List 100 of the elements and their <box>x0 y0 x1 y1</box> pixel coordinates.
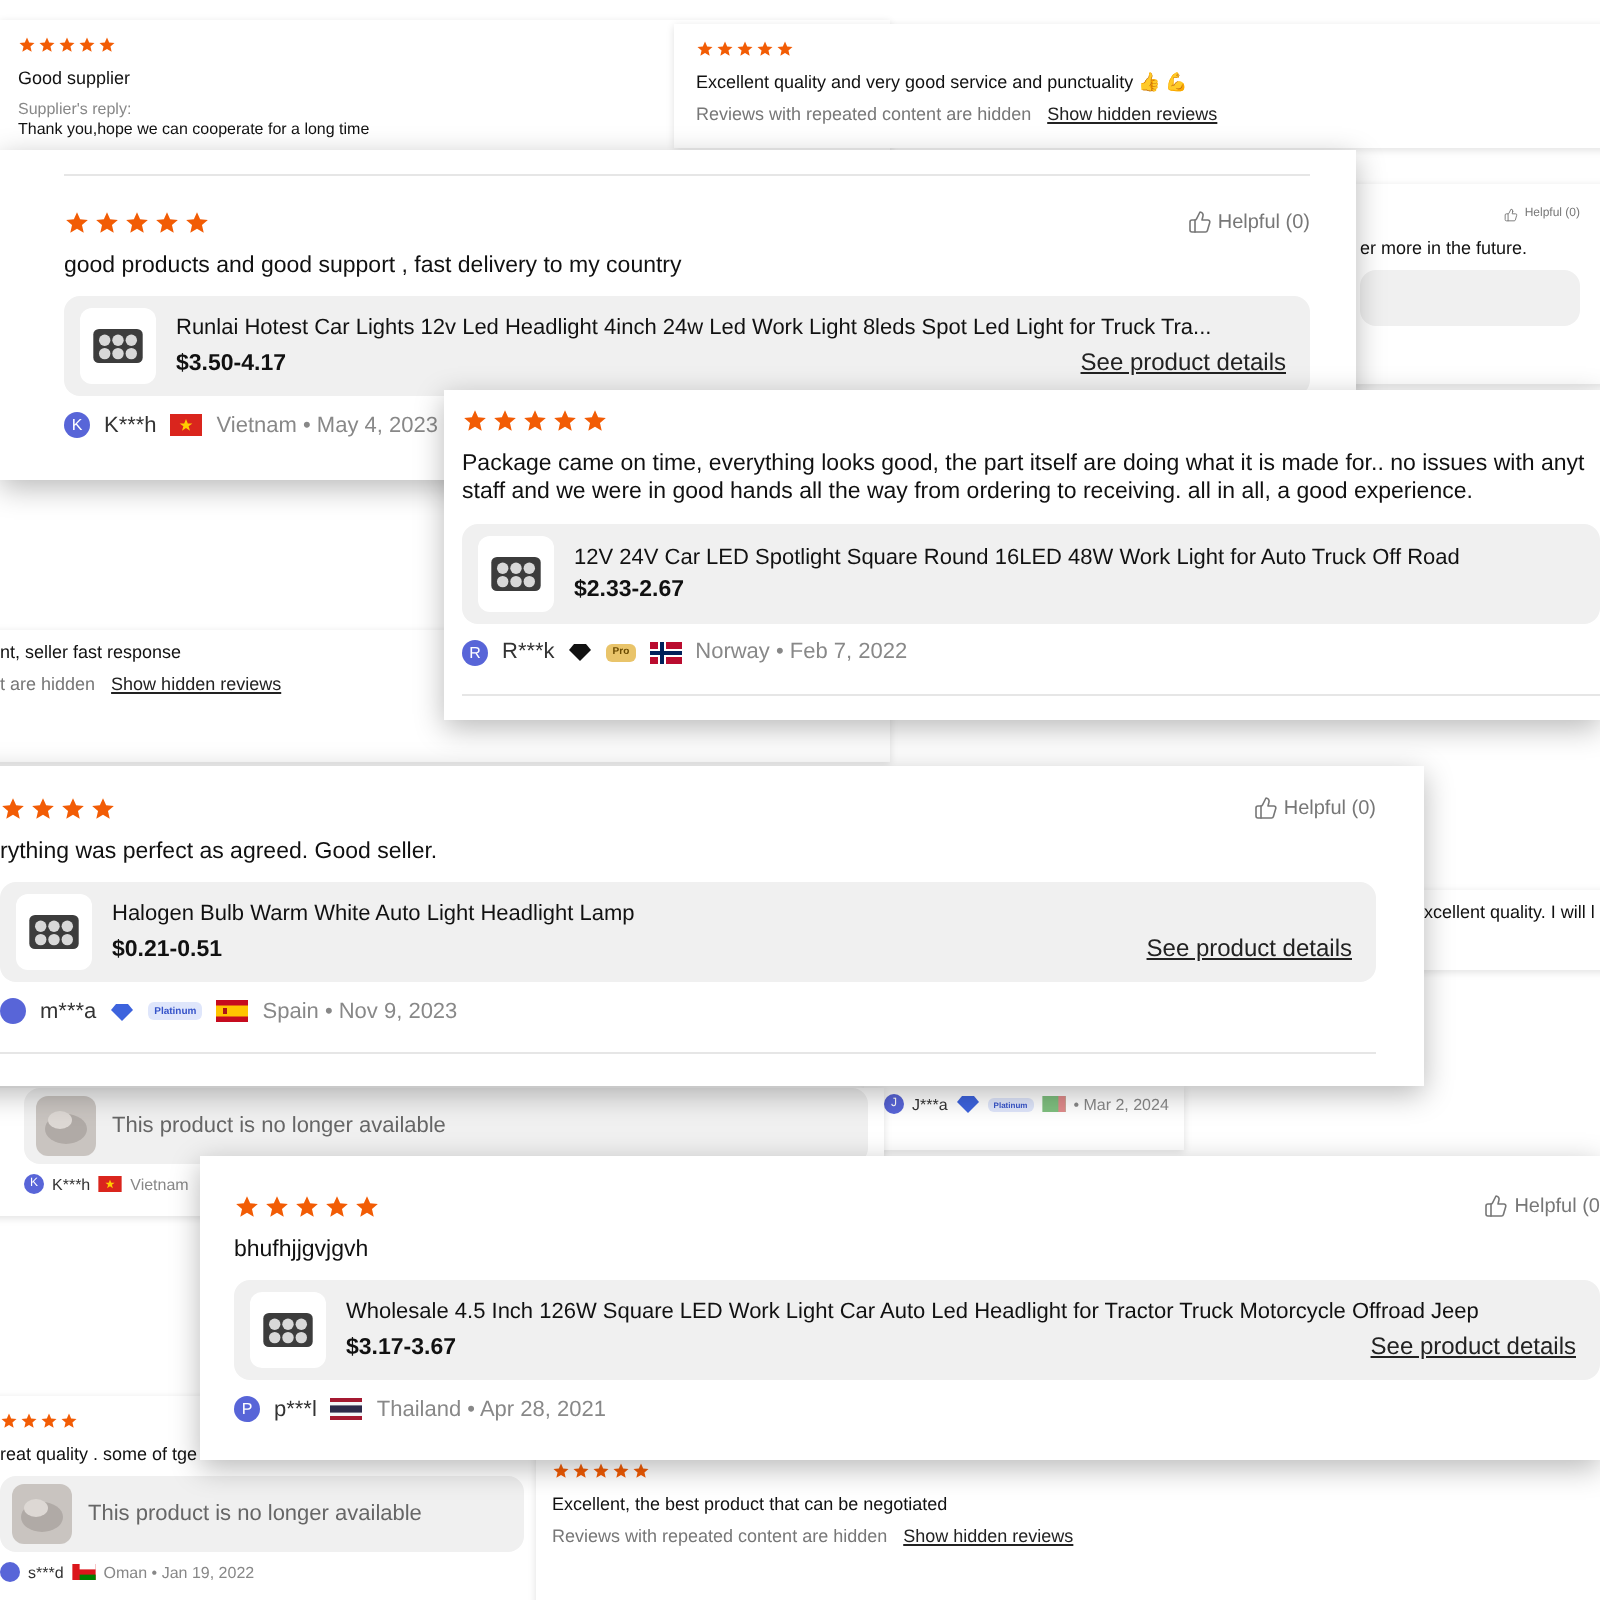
star-icon <box>582 407 608 433</box>
reviewer-name: p***l <box>274 1397 317 1422</box>
avatar: K <box>64 412 90 439</box>
helpful-button[interactable]: Helpful (0) <box>1187 210 1310 234</box>
avatar <box>0 998 26 1025</box>
star-icon <box>154 209 180 235</box>
thumbs-up-icon <box>1484 1194 1509 1218</box>
review-text: nt, seller fast response <box>0 642 182 665</box>
thumbs-up-icon <box>1187 210 1212 234</box>
star-icon <box>632 1461 650 1479</box>
star-icon <box>294 1193 320 1219</box>
helpful-button[interactable]: Helpful (0) <box>1253 796 1376 820</box>
flag-icon <box>170 414 203 437</box>
flag-icon <box>98 1176 123 1192</box>
diamond-icon <box>568 642 593 663</box>
review-text: xcellent quality. I will l <box>1424 902 1595 925</box>
flag-icon <box>71 1564 96 1581</box>
star-icon <box>552 1461 570 1479</box>
product-details-link[interactable]: See product details <box>1146 934 1352 963</box>
star-icon <box>324 1193 350 1219</box>
review-location-date: • Mar 2, 2024 <box>1073 1095 1169 1113</box>
show-hidden-link[interactable]: Show hidden reviews <box>1047 104 1218 125</box>
star-icon <box>696 39 714 57</box>
product-box[interactable] <box>1360 270 1580 327</box>
review-text: bhufhjjgvjgvh <box>234 1236 369 1265</box>
reviewer-name: s***d <box>28 1563 64 1582</box>
reviewer-name: R***k <box>502 640 555 665</box>
star-icon <box>522 407 548 433</box>
avatar <box>0 1562 20 1583</box>
reviewer-name: J***a <box>912 1095 948 1113</box>
star-icon <box>184 209 210 235</box>
product-box[interactable]: Wholesale 4.5 Inch 126W Square LED Work Light Car Auto Led Headlight for Tractor Truck Motorcycle Offroad Jeep $3.17-3.67 See product details <box>234 1280 1600 1381</box>
product-details-link[interactable]: See product details <box>1370 1332 1576 1361</box>
flag-icon <box>330 1398 363 1421</box>
review-text: staff and we were in good hands all the way from ordering to receiving. all in all, a good experience. <box>462 478 1473 508</box>
diamond-icon <box>955 1094 980 1114</box>
product-title: Halogen Bulb Warm White Auto Light Headlight Lamp <box>112 902 635 927</box>
product-box[interactable]: Runlai Hotest Car Lights 12v Led Headlight 4inch 24w Led Work Light 8leds Spot Led Light for Truck Tra... $3.50-4.17 See product details <box>64 296 1310 397</box>
star-icon <box>572 1461 590 1479</box>
star-icon <box>60 795 86 821</box>
product-box[interactable]: This product is no longer available <box>24 1088 868 1164</box>
star-icon <box>264 1193 290 1219</box>
product-details-link[interactable]: See product details <box>1080 348 1286 377</box>
star-icon <box>716 39 734 57</box>
product-box[interactable]: Halogen Bulb Warm White Auto Light Headlight Lamp $0.21-0.51 See product details <box>0 882 1376 983</box>
review-text: Excellent quality and very good service and punctuality 👍 💪 <box>696 72 1188 95</box>
star-icon <box>78 35 96 53</box>
product-title: 12V 24V Car LED Spotlight Square Round 16LED 48W Work Light for Auto Truck Off Road <box>574 545 1460 570</box>
diamond-icon <box>110 1001 135 1022</box>
product-price: $0.21-0.51 <box>112 938 222 963</box>
helpful-button[interactable]: Helpful (0 <box>1484 1194 1600 1218</box>
review-text: Package came on time, everything looks good, the part itself are doing what it is made for.. no issues with anyt <box>462 450 1585 479</box>
product-price: $2.33-2.67 <box>574 577 684 602</box>
star-icon <box>552 407 578 433</box>
hidden-notice: t are hidden <box>0 674 96 695</box>
star-icon <box>64 209 90 235</box>
reply-label: Supplier's reply: <box>18 100 132 119</box>
star-icon <box>40 1411 58 1429</box>
hidden-notice: Reviews with repeated content are hidden <box>696 104 1032 125</box>
star-icon <box>234 1193 260 1219</box>
flag-icon <box>1041 1096 1066 1112</box>
review-location-date: Thailand • Apr 28, 2021 <box>376 1397 606 1422</box>
reply-text: Thank you,hope we can cooperate for a long time <box>18 120 370 139</box>
review-location-date: Vietnam • May 4, 2023 <box>216 413 438 438</box>
review-text: reat quality . some of tge <box>0 1444 198 1467</box>
star-icon <box>592 1461 610 1479</box>
star-icon <box>736 39 754 57</box>
star-icon <box>90 795 116 821</box>
star-icon <box>38 35 56 53</box>
product-box[interactable]: This product is no longer available <box>0 1476 524 1553</box>
review-location-date: Vietnam <box>130 1175 189 1193</box>
review-location-date: Norway • Feb 7, 2022 <box>695 640 908 665</box>
avatar: R <box>462 639 488 666</box>
hidden-notice: Reviews with repeated content are hidden <box>552 1526 888 1547</box>
review-location-date: Spain • Nov 9, 2023 <box>262 999 458 1024</box>
show-hidden-link[interactable]: Show hidden reviews <box>111 674 282 695</box>
avatar: P <box>234 1396 260 1423</box>
review-text: Excellent, the best product that can be negotiated <box>552 1494 948 1517</box>
product-title: Runlai Hotest Car Lights 12v Led Headlight 4inch 24w Led Work Light 8leds Spot Led Light for Truck Tra... <box>176 316 1212 341</box>
product-title: This product is no longer available <box>112 1114 446 1138</box>
star-icon <box>98 35 116 53</box>
reviewer-name: K***h <box>52 1175 91 1193</box>
thumbs-up-icon <box>1504 207 1519 221</box>
product-title: This product is no longer available <box>88 1502 422 1527</box>
star-icon <box>462 407 488 433</box>
show-hidden-link[interactable]: Show hidden reviews <box>903 1526 1074 1547</box>
product-box[interactable]: 12V 24V Car LED Spotlight Square Round 16LED 48W Work Light for Auto Truck Off Road $2.33-2.67 <box>462 523 1600 624</box>
star-icon <box>94 209 120 235</box>
star-icon <box>492 407 518 433</box>
star-icon <box>0 795 26 821</box>
star-icon <box>30 795 56 821</box>
star-icon <box>58 35 76 53</box>
star-icon <box>612 1461 630 1479</box>
product-price: $3.17-3.67 <box>346 1336 456 1361</box>
flag-icon <box>216 1000 249 1023</box>
product-price: $3.50-4.17 <box>176 352 286 377</box>
review-text: good products and good support , fast delivery to my country <box>64 252 682 281</box>
star-icon <box>20 1411 38 1429</box>
star-icon <box>776 39 794 57</box>
review-text: rything was perfect as agreed. Good seller. <box>0 838 438 867</box>
